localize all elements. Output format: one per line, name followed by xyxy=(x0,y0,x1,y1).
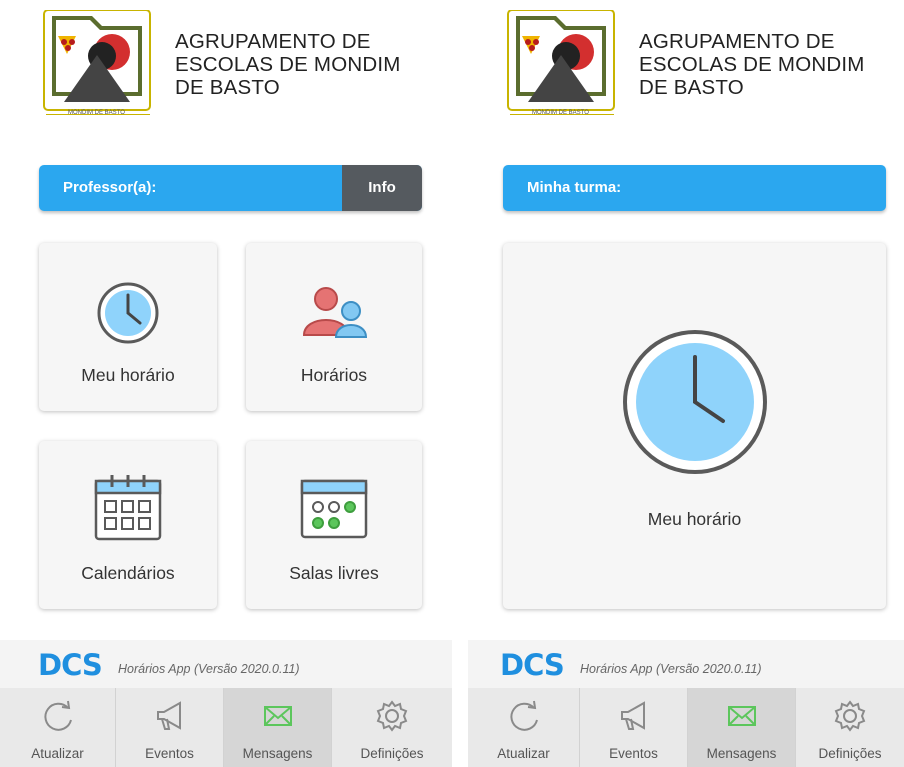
tab-label: Mensagens xyxy=(706,746,777,761)
school-name-line-1: AGRUPAMENTO DE xyxy=(639,30,835,53)
school-name-line-2: ESCOLAS DE MONDIM xyxy=(639,53,865,76)
logo-caption: MONDIM DE BASTO xyxy=(68,110,125,116)
tab-definicoes[interactable]: Definições xyxy=(332,688,452,767)
tab-label: Eventos xyxy=(609,746,658,761)
clock-icon xyxy=(622,329,768,480)
footer-brand: DCS Horários App (Versão 2020.0.11) xyxy=(0,640,452,688)
refresh-icon xyxy=(40,698,76,739)
school-name: AGRUPAMENTO DE ESCOLAS DE MONDIM DE BAST… xyxy=(639,30,865,99)
free-rooms-calendar-icon xyxy=(298,479,370,544)
tile-meu-horario[interactable]: Meu horário xyxy=(503,243,886,609)
tab-label: Atualizar xyxy=(31,746,84,761)
tab-eventos[interactable]: Eventos xyxy=(580,688,688,767)
school-name-line-2: ESCOLAS DE MONDIM xyxy=(175,53,401,76)
school-name-line-1: AGRUPAMENTO DE xyxy=(175,30,371,53)
envelope-icon xyxy=(260,698,296,739)
app-version: Horários App (Versão 2020.0.11) xyxy=(118,662,300,676)
tile-label: Calendários xyxy=(81,563,175,583)
tile-meu-horario[interactable]: Meu horário xyxy=(39,243,217,411)
school-name: AGRUPAMENTO DE ESCOLAS DE MONDIM DE BAST… xyxy=(175,30,401,99)
tab-label: Atualizar xyxy=(497,746,550,761)
tab-label: Definições xyxy=(818,746,882,761)
envelope-icon xyxy=(724,698,760,739)
info-button[interactable]: Info xyxy=(342,165,422,211)
tile-label: Meu horário xyxy=(647,509,742,529)
megaphone-icon xyxy=(152,698,188,739)
tile-calendarios[interactable]: Calendários xyxy=(39,441,217,609)
teacher-bar-label: Professor(a): xyxy=(63,179,157,196)
megaphone-icon xyxy=(616,698,652,739)
clock-icon xyxy=(96,281,160,350)
footer-brand: DCS Horários App (Versão 2020.0.11) xyxy=(468,640,904,688)
dcs-logo: DCS xyxy=(38,648,103,682)
gear-icon xyxy=(374,698,410,739)
tab-label: Eventos xyxy=(145,746,194,761)
class-bar[interactable]: Minha turma: xyxy=(503,165,886,211)
bottom-tab-bar: Atualizar Eventos Mensagens Definições xyxy=(468,688,904,767)
school-logo: MONDIM DE BASTO xyxy=(42,9,154,128)
gear-icon xyxy=(832,698,868,739)
class-bar-label: Minha turma: xyxy=(527,179,622,196)
logo-caption: MONDIM DE BASTO xyxy=(532,110,589,116)
tab-atualizar[interactable]: Atualizar xyxy=(468,688,580,767)
bottom-tab-bar: Atualizar Eventos Mensagens Definições xyxy=(0,688,452,767)
refresh-icon xyxy=(506,698,542,739)
tile-salas-livres[interactable]: Salas livres xyxy=(246,441,422,609)
tile-horarios[interactable]: Horários xyxy=(246,243,422,411)
dcs-logo: DCS xyxy=(500,648,565,682)
school-logo: MONDIM DE BASTO xyxy=(506,9,618,128)
calendar-icon xyxy=(92,473,164,546)
tab-definicoes[interactable]: Definições xyxy=(796,688,904,767)
tab-label: Definições xyxy=(360,746,424,761)
tab-atualizar[interactable]: Atualizar xyxy=(0,688,116,767)
tile-label: Horários xyxy=(300,365,368,385)
tab-mensagens[interactable]: Mensagens xyxy=(688,688,796,767)
school-name-line-3: DE BASTO xyxy=(175,76,280,99)
screen-teacher: MONDIM DE BASTO AGRUPAMENTO DE ESCOLAS D… xyxy=(0,0,452,767)
tab-label: Mensagens xyxy=(242,746,313,761)
tile-label: Meu horário xyxy=(81,365,175,385)
tile-label: Salas livres xyxy=(289,563,379,583)
teacher-bar[interactable]: Professor(a): Info xyxy=(39,165,422,211)
tab-eventos[interactable]: Eventos xyxy=(116,688,224,767)
app-version: Horários App (Versão 2020.0.11) xyxy=(580,662,762,676)
screen-class: MONDIM DE BASTO AGRUPAMENTO DE ESCOLAS D… xyxy=(468,0,904,767)
school-name-line-3: DE BASTO xyxy=(639,76,744,99)
tab-mensagens[interactable]: Mensagens xyxy=(224,688,332,767)
people-icon xyxy=(294,285,374,346)
